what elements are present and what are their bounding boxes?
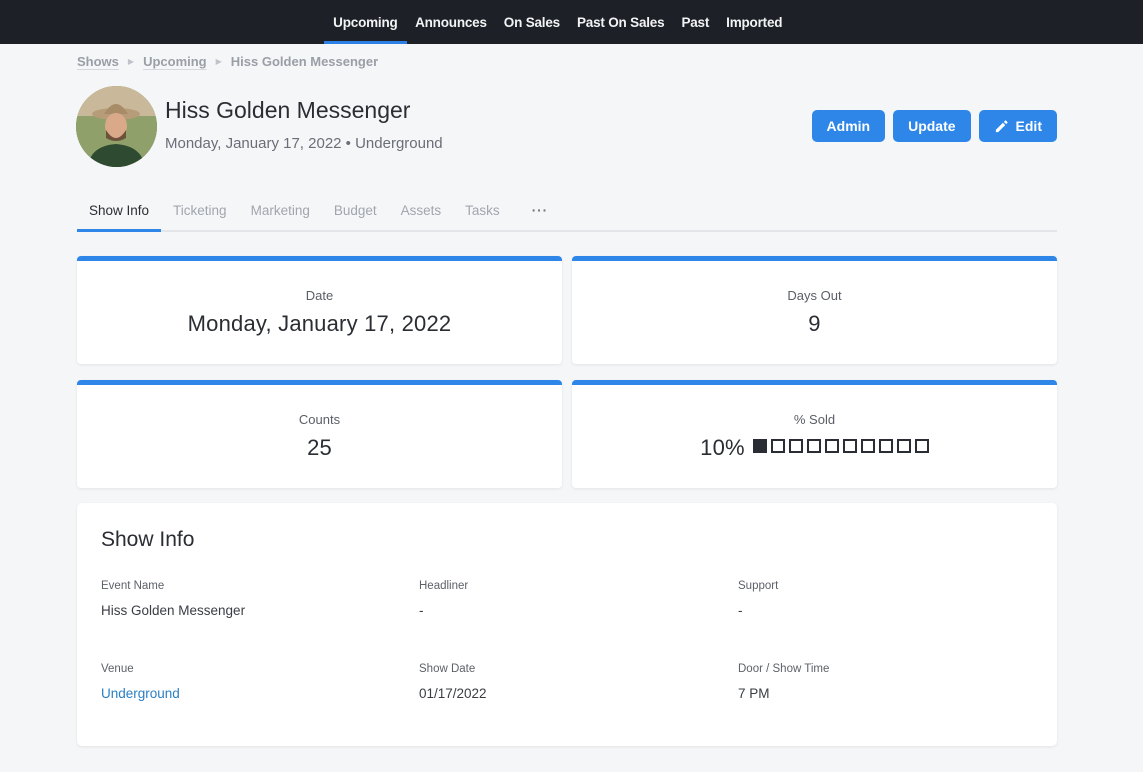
breadcrumb-shows[interactable]: Shows: [77, 54, 119, 69]
field-value: 01/17/2022: [419, 686, 487, 701]
date-card-label: Date: [305, 288, 334, 303]
tab-show-info[interactable]: Show Info: [77, 190, 162, 232]
header-actions: Admin Update Edit: [811, 110, 1057, 142]
field-door-show-time: Door / Show Time 7 PM: [738, 663, 1038, 701]
admin-button[interactable]: Admin: [811, 110, 886, 142]
tab-bar: Show Info Ticketing Marketing Budget Ass…: [77, 190, 1057, 232]
counts-card: Counts 25: [77, 380, 562, 488]
update-button-label: Update: [908, 118, 956, 134]
days-out-card-value: 9: [808, 311, 821, 336]
breadcrumb: Shows ▶ Upcoming ▶ Hiss Golden Messenger: [77, 54, 378, 69]
field-label: Show Date: [419, 663, 476, 675]
field-label: Event Name: [101, 580, 165, 592]
progress-box: [752, 439, 767, 454]
edit-button-label: Edit: [1015, 118, 1042, 134]
edit-button[interactable]: Edit: [978, 110, 1057, 142]
breadcrumb-upcoming[interactable]: Upcoming: [143, 54, 207, 69]
field-venue: Venue Underground: [101, 663, 401, 701]
progress-box: [878, 439, 893, 454]
field-label: Headliner: [419, 580, 469, 592]
page-title: Hiss Golden Messenger: [165, 97, 411, 123]
page-subtitle: Monday, January 17, 2022 • Underground: [165, 135, 443, 152]
field-label: Support: [738, 580, 779, 592]
nav-item-past[interactable]: Past: [673, 0, 718, 44]
field-support: Support -: [738, 580, 1038, 618]
update-button[interactable]: Update: [893, 110, 971, 142]
date-card-value: Monday, January 17, 2022: [187, 311, 452, 336]
breadcrumb-separator-icon: ▶: [215, 57, 222, 66]
show-info-title: Show Info: [101, 528, 195, 551]
show-info-panel: Show Info Event Name Hiss Golden Messeng…: [77, 503, 1057, 746]
sold-card: % Sold 10%: [572, 380, 1057, 488]
field-value: -: [419, 603, 424, 618]
progress-box: [896, 439, 911, 454]
days-out-card-label: Days Out: [787, 288, 842, 303]
days-out-card: Days Out 9: [572, 256, 1057, 364]
sold-progress-bar: [752, 439, 929, 454]
field-label: Door / Show Time: [738, 663, 830, 675]
tab-ticketing[interactable]: Ticketing: [161, 190, 239, 230]
field-show-date: Show Date 01/17/2022: [419, 663, 719, 701]
counts-card-value: 25: [307, 435, 332, 460]
nav-item-on-sales[interactable]: On Sales: [495, 0, 568, 44]
counts-card-label: Counts: [298, 412, 341, 427]
field-value: 7 PM: [738, 686, 770, 701]
sold-card-label: % Sold: [793, 412, 836, 427]
artist-photo-icon: [76, 86, 157, 167]
tab-tasks[interactable]: Tasks: [453, 190, 512, 230]
sold-card-value: 10%: [572, 435, 1057, 461]
field-label: Venue: [101, 663, 134, 675]
pencil-icon: [995, 119, 1008, 132]
sold-percent: 10%: [700, 435, 745, 460]
nav-item-past-on-sales[interactable]: Past On Sales: [568, 0, 672, 44]
progress-box: [914, 439, 929, 454]
progress-box: [770, 439, 785, 454]
admin-button-label: Admin: [826, 118, 871, 134]
progress-box: [788, 439, 803, 454]
progress-box: [860, 439, 875, 454]
nav-item-upcoming[interactable]: Upcoming: [324, 0, 407, 44]
progress-box: [824, 439, 839, 454]
breadcrumb-separator-icon: ▶: [127, 57, 135, 66]
field-headliner: Headliner -: [419, 580, 719, 618]
nav-item-imported[interactable]: Imported: [718, 0, 791, 44]
tab-budget[interactable]: Budget: [322, 190, 389, 230]
tab-marketing[interactable]: Marketing: [239, 190, 322, 230]
date-card: Date Monday, January 17, 2022: [77, 256, 562, 364]
more-tabs-icon[interactable]: ···: [512, 190, 561, 230]
progress-box: [806, 439, 821, 454]
avatar: [76, 86, 157, 167]
field-event-name: Event Name Hiss Golden Messenger: [101, 580, 401, 618]
field-value: Hiss Golden Messenger: [101, 603, 246, 618]
venue-link[interactable]: Underground: [101, 686, 401, 701]
tab-assets[interactable]: Assets: [389, 190, 454, 230]
top-nav: Upcoming Announces On Sales Past On Sale…: [0, 0, 1143, 44]
field-value: -: [738, 603, 743, 618]
nav-item-announces[interactable]: Announces: [407, 0, 496, 44]
progress-box: [842, 439, 857, 454]
breadcrumb-current: Hiss Golden Messenger: [230, 54, 379, 69]
